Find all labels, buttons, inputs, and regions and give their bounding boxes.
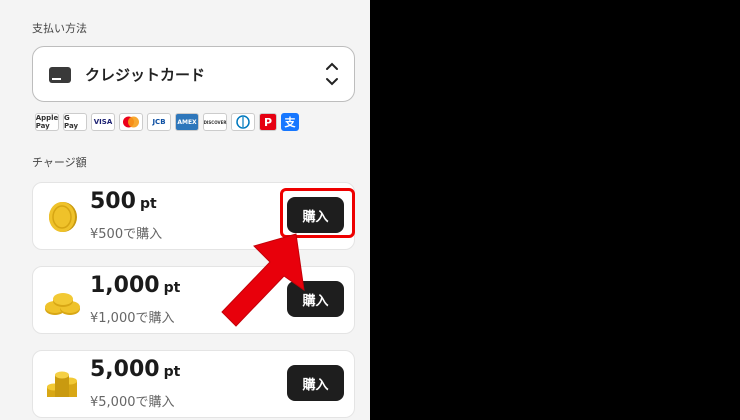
charge-amount: 500 pt: [90, 189, 157, 214]
google-pay-logo: G Pay: [63, 113, 87, 131]
discover-logo: DISCOVER: [203, 113, 227, 131]
credit-card-icon: [49, 67, 71, 83]
charge-amount: 1,000 pt: [90, 273, 181, 298]
charge-amount: 5,000 pt: [90, 357, 181, 382]
payment-brand-logos: Apple Pay G Pay VISA JCB AMEX DISCOVER P…: [35, 113, 299, 131]
amex-logo: AMEX: [175, 113, 199, 131]
coin-icon: [49, 202, 77, 232]
alipay-logo: 支: [281, 113, 299, 131]
charge-option-5000: 5,000 pt ¥5,000で購入 購入: [32, 350, 355, 418]
visa-logo: VISA: [91, 113, 115, 131]
coins-stack-icon: [47, 371, 77, 397]
buy-button-5000[interactable]: 購入: [287, 365, 344, 401]
paypay-logo: P: [259, 113, 277, 131]
diners-logo: [231, 113, 255, 131]
annotation-arrow-icon: [221, 233, 305, 327]
chevron-updown-icon: [326, 62, 338, 86]
payment-method-label: 支払い方法: [32, 22, 87, 35]
apple-pay-logo: Apple Pay: [35, 113, 59, 131]
jcb-logo: JCB: [147, 113, 171, 131]
payment-panel: 支払い方法 クレジットカード Apple Pay G Pay VISA JCB …: [0, 0, 370, 420]
payment-method-value: クレジットカード: [85, 66, 206, 84]
coins-pile-icon: [45, 293, 80, 315]
charge-price: ¥5,000で購入: [90, 395, 175, 410]
charge-amount-label: チャージ額: [32, 156, 87, 169]
mastercard-logo: [119, 113, 143, 131]
charge-price: ¥500で購入: [90, 227, 163, 242]
payment-method-select[interactable]: クレジットカード: [32, 46, 355, 102]
charge-price: ¥1,000で購入: [90, 311, 175, 326]
